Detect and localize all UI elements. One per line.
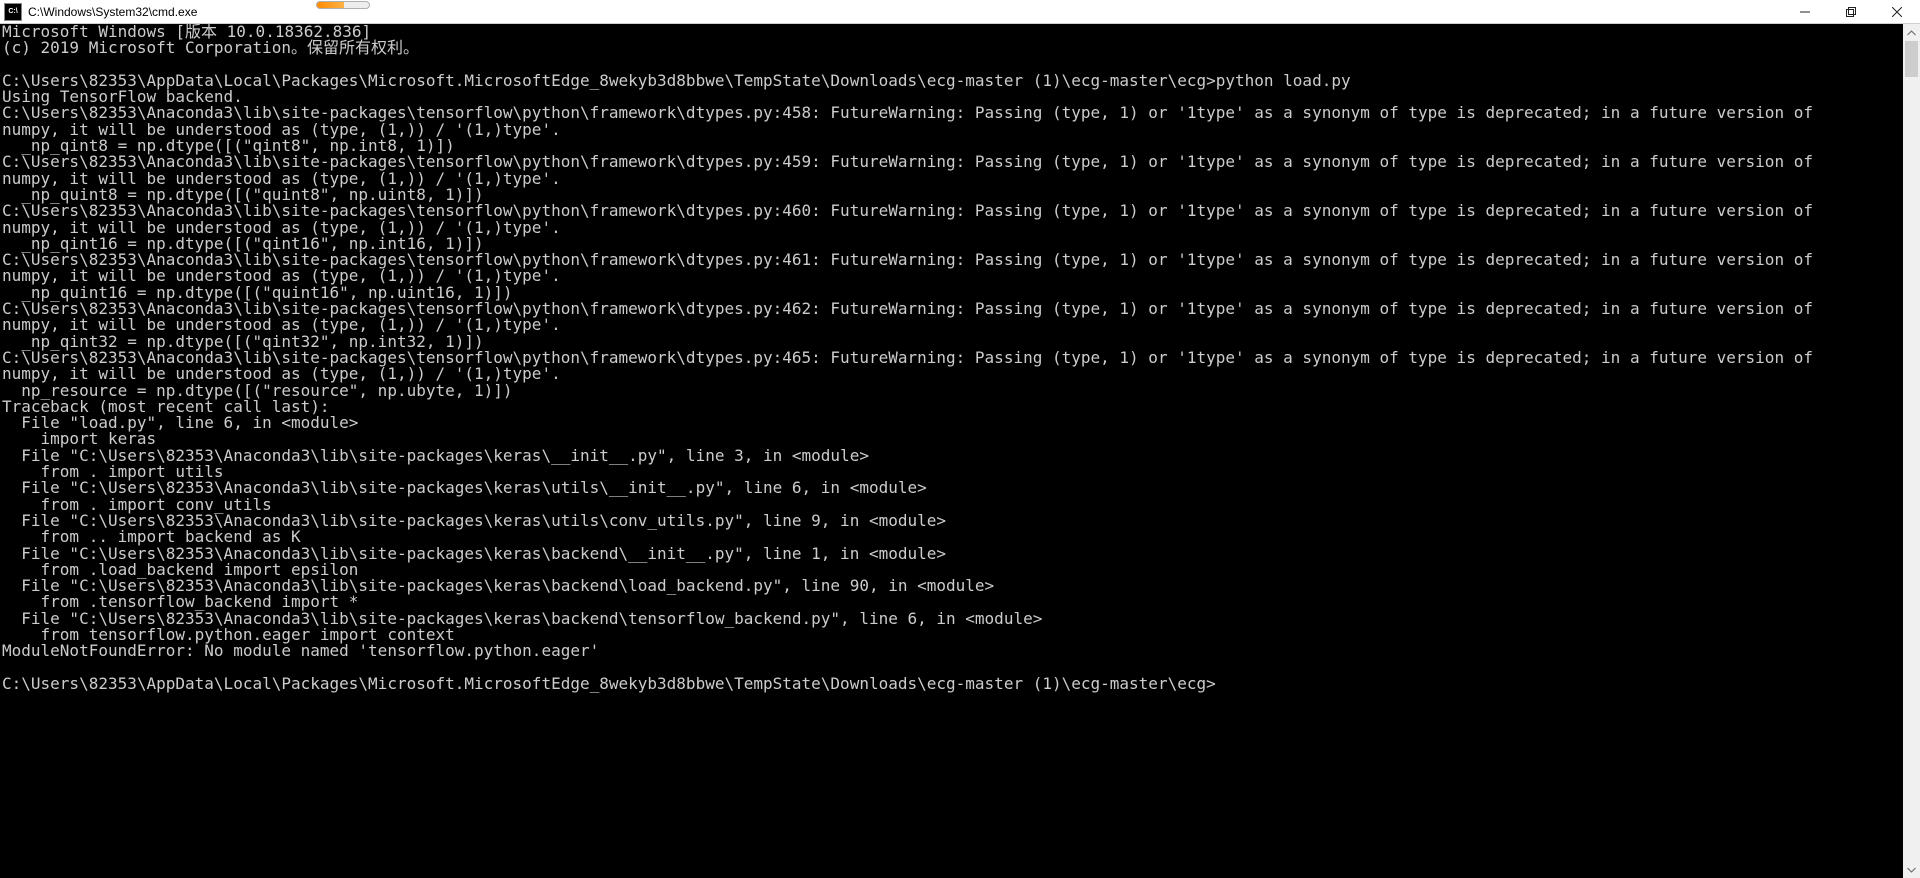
scroll-up-button[interactable] xyxy=(1903,24,1920,41)
chevron-down-icon xyxy=(1907,867,1916,873)
titlebar[interactable]: C:\ C:\Windows\System32\cmd.exe xyxy=(0,0,1920,24)
scrollbar-thumb[interactable] xyxy=(1905,41,1918,77)
minimize-icon xyxy=(1800,7,1810,17)
scrollbar-track[interactable] xyxy=(1903,41,1920,861)
chevron-up-icon xyxy=(1907,30,1916,36)
scroll-down-button[interactable] xyxy=(1903,861,1920,878)
close-button[interactable] xyxy=(1874,0,1920,23)
cmd-app-icon: C:\ xyxy=(4,3,22,21)
maximize-button[interactable] xyxy=(1828,0,1874,23)
maximize-icon xyxy=(1846,7,1856,17)
window-title: C:\Windows\System32\cmd.exe xyxy=(28,5,197,19)
terminal-wrap: Microsoft Windows [版本 10.0.18362.836] (c… xyxy=(0,24,1920,878)
minimize-button[interactable] xyxy=(1782,0,1828,23)
terminal-output[interactable]: Microsoft Windows [版本 10.0.18362.836] (c… xyxy=(0,24,1903,878)
progress-indicator xyxy=(316,1,370,9)
cmd-window: C:\ C:\Windows\System32\cmd.exe Microsof… xyxy=(0,0,1920,878)
scrollbar[interactable] xyxy=(1903,24,1920,878)
close-icon xyxy=(1892,7,1902,17)
